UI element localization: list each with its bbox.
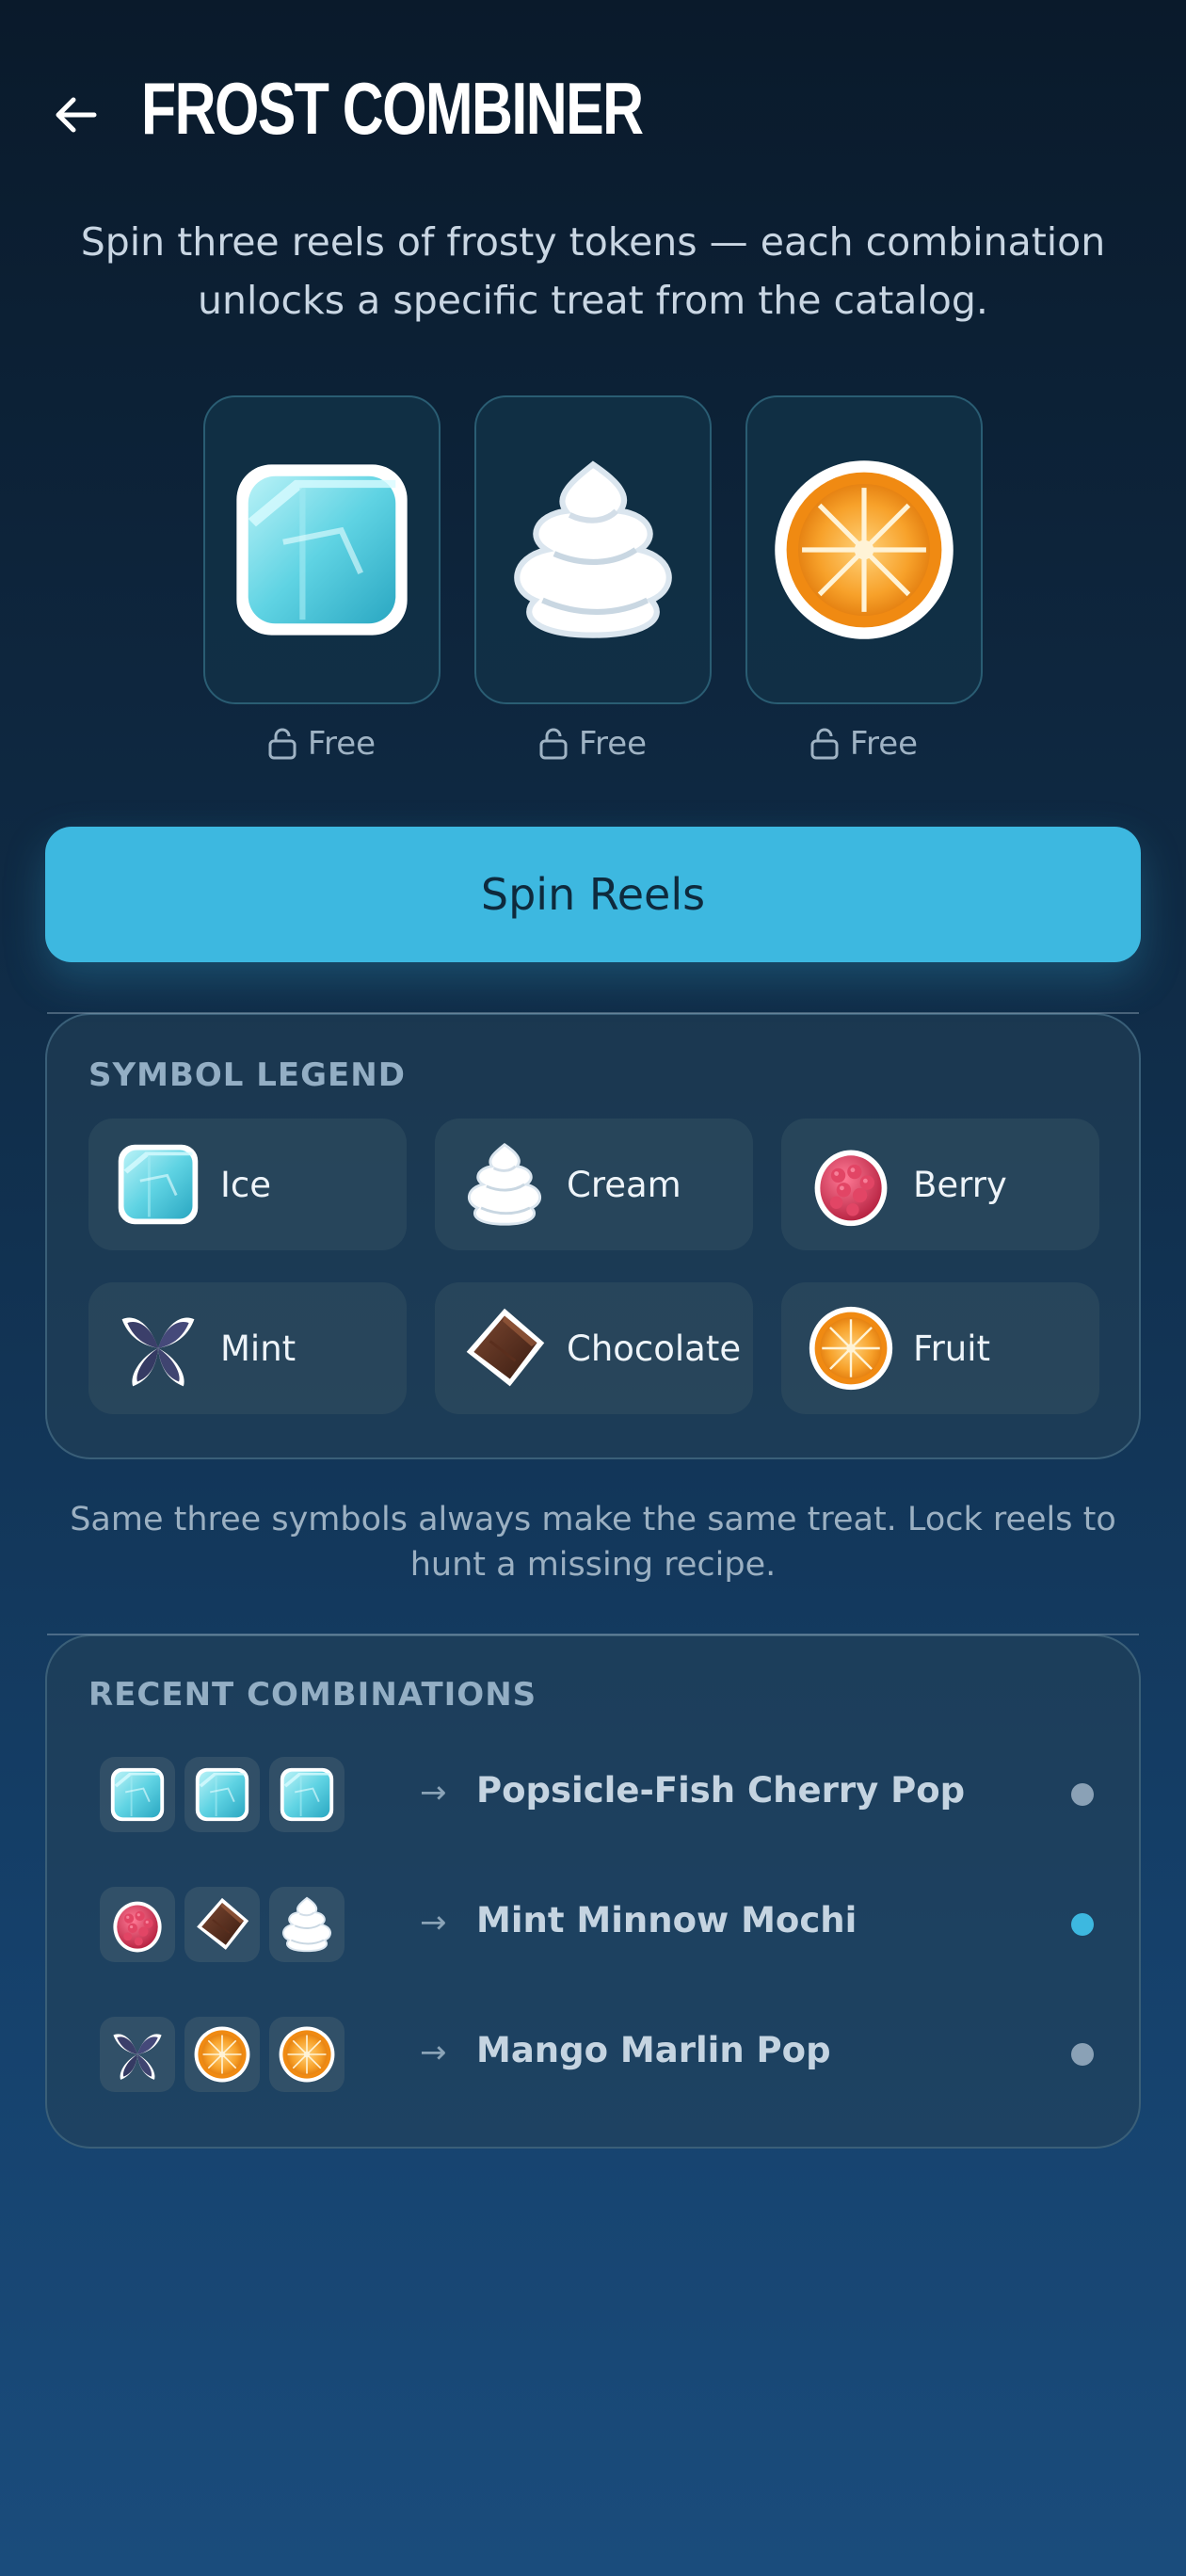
cream-swirl-icon <box>496 453 690 647</box>
arrow-right-icon: → <box>420 1774 447 1811</box>
raspberry-icon <box>806 1139 896 1230</box>
page-subtitle: Spin three reels of frosty tokens — each… <box>80 219 1106 323</box>
unlock-icon <box>539 728 568 760</box>
reel-window[interactable] <box>745 395 983 704</box>
legend-item-label: Chocolate <box>567 1328 742 1369</box>
header: FROST COMBINER Spin three reels of frost… <box>0 0 1186 323</box>
treat-name: Mango Marlin Pop <box>476 2030 831 2070</box>
reel-lock-label: Free <box>849 725 919 763</box>
ice-cube-icon <box>113 1139 203 1230</box>
back-button[interactable] <box>45 85 105 145</box>
reel-1[interactable]: Free <box>203 395 441 763</box>
combination-row[interactable]: → Popsicle-Fish Cherry Pop <box>100 1747 1098 1842</box>
legend-item-label: Fruit <box>913 1328 991 1369</box>
legend-item-label: Mint <box>220 1328 296 1369</box>
unlock-icon <box>268 728 296 760</box>
legend-item-fruit: Fruit <box>781 1282 1099 1414</box>
chocolate-icon <box>459 1303 550 1393</box>
arrow-right-icon: → <box>420 1904 447 1941</box>
orange-slice-icon <box>192 2024 252 2085</box>
chocolate-icon <box>192 1894 252 1955</box>
ice-cube-icon <box>225 453 419 647</box>
reel-2[interactable]: Free <box>474 395 712 763</box>
reels: Free Free Free <box>0 395 1186 781</box>
legend-item-berry: Berry <box>781 1119 1099 1250</box>
mint-leaf-icon <box>107 2024 168 2085</box>
reel-window[interactable] <box>203 395 441 704</box>
reel-lock-toggle[interactable]: Free <box>474 725 712 763</box>
combination-note: Same three symbols always make the same … <box>70 1501 1116 1584</box>
reel-window[interactable] <box>474 395 712 704</box>
treat-name: Popsicle-Fish Cherry Pop <box>476 1770 966 1811</box>
reel-lock-label: Free <box>578 725 648 763</box>
legend-item-label: Cream <box>567 1164 681 1205</box>
reel-3[interactable]: Free <box>745 395 983 763</box>
reel-lock-label: Free <box>307 725 377 763</box>
legend-item-mint: Mint <box>88 1282 407 1414</box>
reel-lock-toggle[interactable]: Free <box>745 725 983 763</box>
page-title: FROST COMBINER <box>141 67 644 150</box>
spin-reels-button[interactable]: Spin Reels <box>45 827 1141 962</box>
recent-title: RECENT COMBINATIONS <box>88 1676 537 1714</box>
combination-row[interactable]: → Mango Marlin Pop <box>100 2007 1098 2101</box>
legend-item-chocolate: Chocolate <box>435 1282 753 1414</box>
recent-combinations: RECENT COMBINATIONS → Popsicle-Fish Cher… <box>45 1634 1141 2149</box>
orange-slice-icon <box>277 2024 337 2085</box>
orange-slice-icon <box>767 453 961 647</box>
cream-swirl-icon <box>277 1894 337 1955</box>
legend-item-label: Ice <box>220 1164 272 1205</box>
legend-item-label: Berry <box>913 1164 1007 1205</box>
legend-title: SYMBOL LEGEND <box>88 1056 406 1094</box>
unlock-icon <box>810 728 839 760</box>
reel-lock-toggle[interactable]: Free <box>203 725 441 763</box>
legend-item-cream: Cream <box>435 1119 753 1250</box>
symbol-legend: SYMBOL LEGEND Ice Cream Berry Mint Choco… <box>45 1012 1141 1459</box>
status-dot <box>1071 1783 1094 1806</box>
ice-cube-icon <box>107 1764 168 1825</box>
mint-leaf-icon <box>113 1303 203 1393</box>
ice-cube-icon <box>277 1764 337 1825</box>
arrow-right-icon: → <box>420 2034 447 2071</box>
treat-name: Mint Minnow Mochi <box>476 1900 857 1940</box>
status-dot <box>1071 2043 1094 2066</box>
ice-cube-icon <box>192 1764 252 1825</box>
status-dot <box>1071 1913 1094 1936</box>
orange-slice-icon <box>806 1303 896 1393</box>
legend-item-ice: Ice <box>88 1119 407 1250</box>
cream-swirl-icon <box>459 1139 550 1230</box>
combination-row[interactable]: → Mint Minnow Mochi <box>100 1877 1098 1972</box>
raspberry-icon <box>107 1894 168 1955</box>
back-arrow-icon <box>56 97 97 133</box>
